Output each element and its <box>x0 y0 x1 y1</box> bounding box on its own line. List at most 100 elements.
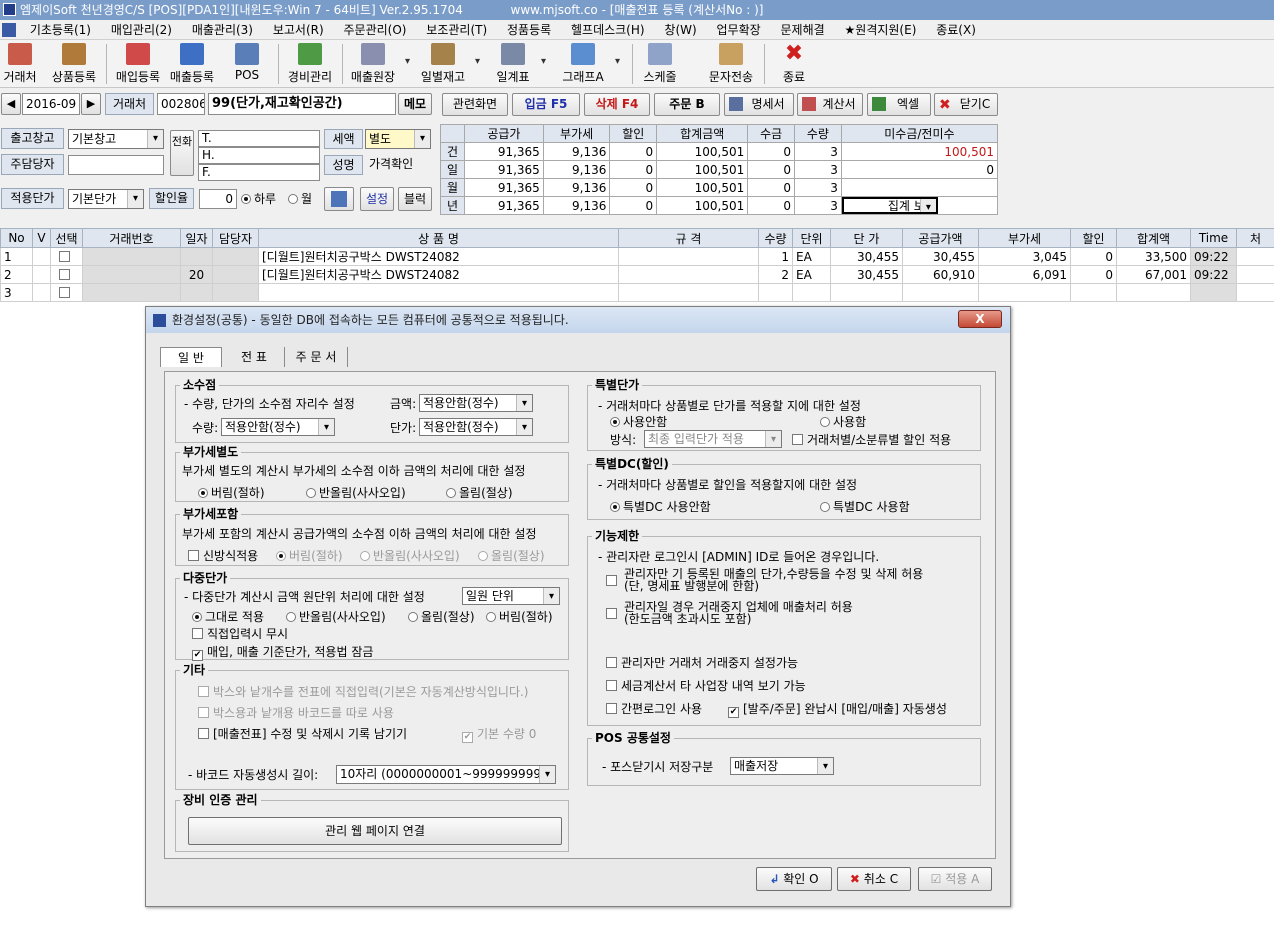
toolbar-schedule-button[interactable]: 스케줄 <box>638 42 682 86</box>
warehouse-combo[interactable]: 기본창고 <box>68 129 164 149</box>
row-qty[interactable] <box>758 283 793 302</box>
special-price-client-disc[interactable]: 거래처별/소분류별 할인 적용 <box>792 432 951 448</box>
row-select[interactable] <box>50 283 83 302</box>
memo-button[interactable]: 메모 <box>398 93 432 115</box>
menu-basic[interactable]: 기초등록(1) <box>22 20 99 40</box>
menu-exit[interactable]: 종료(X) <box>928 20 984 40</box>
row-qty[interactable]: 2 <box>758 265 793 284</box>
multi-price-unit-combo[interactable]: 일원 단위 <box>462 587 560 605</box>
dialog-ok-button[interactable]: ↲ 확인 O <box>756 867 832 891</box>
toolbar-graph-button[interactable]: 그래프A <box>558 42 620 86</box>
table-row[interactable]: 2 20 [디월트]원터치공구박스 DWST24082 2 EA 30,455 … <box>0 265 1274 284</box>
phone-f-field[interactable]: F. <box>198 164 320 181</box>
row-price[interactable] <box>830 283 903 302</box>
menu-remote[interactable]: ★원격지원(E) <box>837 20 925 40</box>
row-price[interactable]: 30,455 <box>830 247 903 266</box>
toolbar-daily-stock-button[interactable]: 일별재고 <box>418 42 480 86</box>
toolbar-ledger-button[interactable]: 매출원장 <box>348 42 410 86</box>
limit-opt1[interactable]: 관리자만 기 등록된 매출의 단가,수량등을 수정 및 삭제 허용 (단, 명세표… <box>606 568 923 592</box>
invoice-button[interactable]: 계산서 <box>797 93 863 116</box>
block-button[interactable]: 블럭 <box>398 187 432 211</box>
row-select[interactable] <box>50 247 83 266</box>
etc-barcode-combo[interactable]: 10자리 (0000000001~9999999999) <box>336 765 556 784</box>
menu-window[interactable]: 창(W) <box>656 20 704 40</box>
menu-aux[interactable]: 보조관리(T) <box>418 20 495 40</box>
next-month-button[interactable]: ▶ <box>81 93 101 115</box>
limit-opt3[interactable]: 관리자만 거래처 거래중지 설정가능 <box>606 655 798 671</box>
tab-order-form[interactable]: 주 문 서 <box>284 347 348 367</box>
client-code-field[interactable]: 002806 <box>157 93 205 115</box>
toolbar-sms-button[interactable]: 문자전송 <box>704 42 758 86</box>
limit-opt5[interactable]: 간편로그인 사용 <box>606 701 702 717</box>
toolbar-daily-report-button[interactable]: 일계표 <box>492 42 546 86</box>
discount-field[interactable]: 0 <box>199 189 237 209</box>
vat-separate-ceil[interactable]: 올림(절상) <box>446 485 513 501</box>
refresh-button[interactable] <box>324 187 354 211</box>
phone-h-field[interactable]: H. <box>198 147 320 164</box>
menu-report[interactable]: 보고서(R) <box>265 20 332 40</box>
excel-button[interactable]: 엑셀 <box>867 93 931 116</box>
menu-order[interactable]: 주문관리(O) <box>335 20 414 40</box>
menu-trouble[interactable]: 문제해결 <box>773 20 833 40</box>
table-row[interactable]: 3 <box>0 283 1274 302</box>
multi-price-lock[interactable]: ✔ 매입, 매출 기준단가, 적용법 잠금 <box>192 644 373 661</box>
phone-t-field[interactable]: T. <box>198 130 320 147</box>
menu-helpdesk[interactable]: 헬프데스크(H) <box>563 20 653 40</box>
toolbar-sales-button[interactable]: 매출등록 <box>166 42 218 86</box>
row-product-name[interactable]: [디월트]원터치공구박스 DWST24082 <box>258 247 619 266</box>
manager-field[interactable] <box>68 155 164 175</box>
decimal-qty-combo[interactable]: 적용안함(정수) <box>221 418 335 436</box>
special-dc-off[interactable]: 특별DC 사용안함 <box>610 499 711 515</box>
settings-button[interactable]: 설정 <box>360 187 394 211</box>
special-price-on[interactable]: 사용함 <box>820 414 866 430</box>
decimal-price-combo[interactable]: 적용안함(정수) <box>419 418 533 436</box>
row-select[interactable] <box>50 265 83 284</box>
toolbar-pos-button[interactable]: POS <box>226 42 268 86</box>
delete-button[interactable]: 삭제 F4 <box>584 93 650 116</box>
phone-button[interactable]: 전화 <box>170 130 194 176</box>
multi-price-ignore-direct[interactable]: 직접입력시 무시 <box>192 626 288 642</box>
multi-price-ceil[interactable]: 올림(절상) <box>408 609 475 625</box>
decimal-amount-combo[interactable]: 적용안함(정수) <box>419 394 533 412</box>
tab-general[interactable]: 일 반 <box>160 347 222 367</box>
toolbar-client-button[interactable]: 거래처 <box>0 42 40 86</box>
client-name-field[interactable]: 99(단가,재고확인공간) <box>208 93 396 115</box>
deposit-button[interactable]: 입금 F5 <box>512 93 580 116</box>
row-product-name[interactable]: [디월트]원터치공구박스 DWST24082 <box>258 265 619 284</box>
menu-purchase[interactable]: 매입관리(2) <box>103 20 180 40</box>
limit-opt4[interactable]: 세금계산서 타 사업장 내역 보기 가능 <box>606 678 806 694</box>
row-product-name[interactable] <box>258 283 619 302</box>
statement-button[interactable]: 명세서 <box>724 93 794 116</box>
vat-included-new-method[interactable]: 신방식적용 <box>188 548 258 564</box>
tab-slip[interactable]: 전 표 <box>226 347 282 367</box>
period-monthly[interactable]: 월 <box>288 189 312 209</box>
date-field[interactable]: 2016-09 <box>22 93 80 115</box>
prev-month-button[interactable]: ◀ <box>1 93 21 115</box>
etc-log[interactable]: [매출전표] 수정 및 삭제시 기록 남기기 <box>198 726 407 742</box>
dialog-cancel-button[interactable]: ✖ 취소 C <box>837 867 911 891</box>
menu-register[interactable]: 정품등록 <box>499 20 559 40</box>
toolbar-exit-button[interactable]: ✖ 종료 <box>776 42 812 86</box>
close-button[interactable]: ✖ 닫기C <box>934 93 998 116</box>
row-price[interactable]: 30,455 <box>830 265 903 284</box>
dialog-close-button[interactable]: X <box>958 310 1002 328</box>
vat-separate-floor[interactable]: 버림(절하) <box>198 485 265 501</box>
tax-combo[interactable]: 별도 <box>365 129 431 149</box>
special-price-off[interactable]: 사용안함 <box>610 414 667 430</box>
apply-price-combo[interactable]: 기본단가 <box>68 189 144 209</box>
menu-extend[interactable]: 업무확장 <box>709 20 769 40</box>
period-daily[interactable]: 하루 <box>241 189 276 209</box>
multi-price-as-is[interactable]: 그대로 적용 <box>192 609 264 625</box>
special-dc-on[interactable]: 특별DC 사용함 <box>820 499 910 515</box>
table-row[interactable]: 1 [디월트]원터치공구박스 DWST24082 1 EA 30,455 30,… <box>0 247 1274 266</box>
limit-opt2[interactable]: 관리자일 경우 거래중지 업체에 매출처리 허용 (한도금액 초과시도 포함) <box>606 601 853 625</box>
related-screen-button[interactable]: 관련화면 <box>442 93 508 116</box>
multi-price-round[interactable]: 반올림(사사오입) <box>286 609 386 625</box>
summary-view-combo[interactable]: 집계 보기 <box>841 197 938 214</box>
vat-separate-round[interactable]: 반올림(사사오입) <box>306 485 406 501</box>
toolbar-product-button[interactable]: 상품등록 <box>47 42 101 86</box>
menu-sales[interactable]: 매출관리(3) <box>184 20 261 40</box>
order-button[interactable]: 주문 B <box>654 93 720 116</box>
toolbar-purchase-button[interactable]: 매입등록 <box>112 42 164 86</box>
limit-opt6[interactable]: ✔ [발주/주문] 완납시 [매입/매출] 자동생성 <box>728 701 947 718</box>
